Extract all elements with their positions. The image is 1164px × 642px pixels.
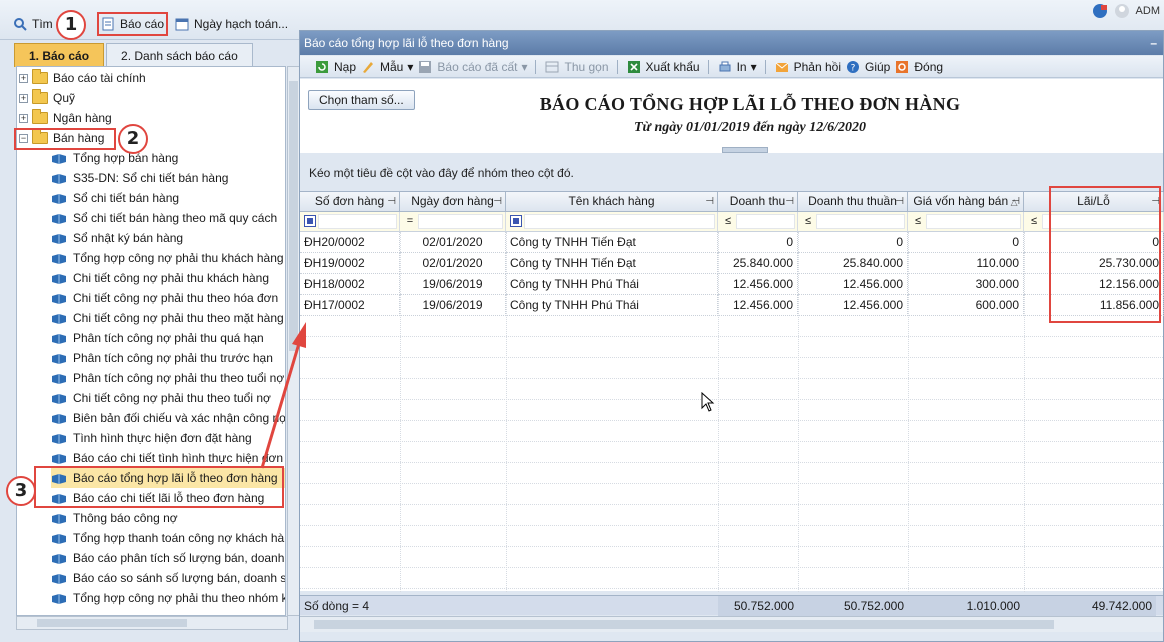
arrow-head — [292, 322, 306, 348]
mouse-cursor-icon — [701, 392, 715, 412]
arrow-line — [260, 339, 302, 469]
annotation-arrow — [260, 322, 306, 469]
